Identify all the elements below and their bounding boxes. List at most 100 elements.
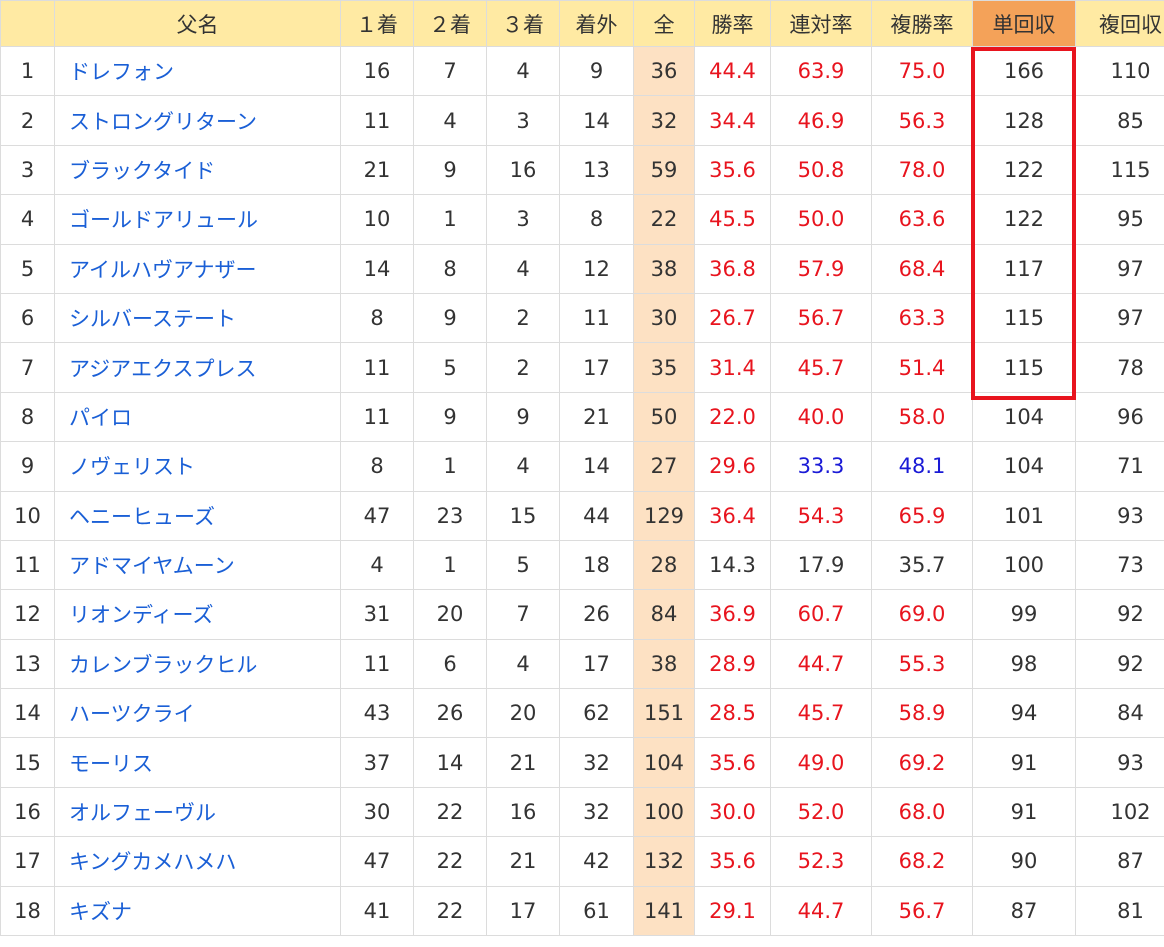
rank-cell: 9	[0, 441, 55, 492]
first-count-cell: 11	[340, 391, 414, 443]
header-rentai-rate[interactable]: 連対率	[770, 0, 872, 47]
fukusho-return-cell: 102	[1075, 786, 1164, 838]
third-count-cell: 21	[486, 836, 560, 887]
sire-name-link[interactable]: モーリス	[54, 737, 341, 788]
first-count-cell: 8	[340, 292, 414, 344]
first-count-cell: 21	[340, 144, 414, 196]
fukusho-rate-cell: 63.3	[871, 292, 973, 344]
sire-name-link[interactable]: パイロ	[54, 391, 341, 443]
tansho-return-cell: 128	[972, 95, 1076, 146]
sire-name-link[interactable]: ヘニーヒューズ	[54, 490, 341, 541]
out-count-cell: 17	[559, 638, 634, 690]
first-count-cell: 8	[340, 441, 414, 492]
rentai-rate-cell: 44.7	[770, 638, 872, 690]
rank-cell: 1	[0, 45, 55, 97]
first-count-cell: 47	[340, 836, 414, 887]
sire-name-link[interactable]: ノヴェリスト	[54, 441, 341, 492]
header-second[interactable]: ２着	[413, 0, 487, 47]
third-count-cell: 4	[486, 243, 560, 294]
sire-name-link[interactable]: オルフェーヴル	[54, 786, 341, 838]
fukusho-return-cell: 71	[1075, 441, 1164, 492]
total-count-cell: 30	[633, 292, 695, 344]
win-rate-cell: 45.5	[694, 194, 771, 245]
header-row: 父名 １着 ２着 ３着 着外 全 勝率 連対率 複勝率 単回収 複回収	[0, 0, 1164, 47]
fukusho-return-cell: 73	[1075, 539, 1164, 591]
header-third[interactable]: ３着	[486, 0, 560, 47]
sire-stats-table-wrapper: 父名 １着 ２着 ３着 着外 全 勝率 連対率 複勝率 単回収 複回収 1 ドレフ…	[0, 0, 1164, 947]
sire-name-link[interactable]: キングカメハメハ	[54, 836, 341, 887]
win-rate-cell: 29.6	[694, 441, 771, 492]
second-count-cell: 9	[413, 144, 487, 196]
sire-name-link[interactable]: ドレフォン	[54, 45, 341, 97]
second-count-cell: 26	[413, 688, 487, 739]
header-first[interactable]: １着	[340, 0, 414, 47]
fukusho-rate-cell: 58.9	[871, 688, 973, 739]
win-rate-cell: 14.3	[694, 539, 771, 591]
total-count-cell: 151	[633, 688, 695, 739]
header-tansho-return[interactable]: 単回収	[972, 0, 1076, 47]
third-count-cell: 4	[486, 441, 560, 492]
sire-name-link[interactable]: シルバーステート	[54, 292, 341, 344]
rentai-rate-cell: 52.0	[770, 786, 872, 838]
tansho-return-cell: 87	[972, 885, 1076, 937]
table-row: 15 モーリス 37 14 21 32 104 35.6 49.0 69.2 91 93	[0, 737, 1164, 788]
header-win-rate[interactable]: 勝率	[694, 0, 771, 47]
sire-name-link[interactable]: ストロングリターン	[54, 95, 341, 146]
total-count-cell: 22	[633, 194, 695, 245]
tansho-return-cell: 99	[972, 589, 1076, 640]
header-fukusho-return[interactable]: 複回収	[1075, 0, 1164, 47]
table-row: 3 ブラックタイド 21 9 16 13 59 35.6 50.8 78.0 122 115	[0, 144, 1164, 196]
header-fukusho-rate[interactable]: 複勝率	[871, 0, 973, 47]
rentai-rate-cell: 63.9	[770, 45, 872, 97]
fukusho-rate-cell: 68.4	[871, 243, 973, 294]
table-row: 12 リオンディーズ 31 20 7 26 84 36.9 60.7 69.0 99 92	[0, 589, 1164, 640]
table-row: 6 シルバーステート 8 9 2 11 30 26.7 56.7 63.3 115 97	[0, 292, 1164, 344]
header-out[interactable]: 着外	[559, 0, 634, 47]
total-count-cell: 100	[633, 786, 695, 838]
sire-name-link[interactable]: アジアエクスプレス	[54, 342, 341, 393]
header-sire-name[interactable]: 父名	[54, 0, 341, 47]
rank-cell: 16	[0, 786, 55, 838]
first-count-cell: 37	[340, 737, 414, 788]
fukusho-rate-cell: 68.0	[871, 786, 973, 838]
sire-name-link[interactable]: アドマイヤムーン	[54, 539, 341, 591]
out-count-cell: 14	[559, 95, 634, 146]
table-body: 1 ドレフォン 16 7 4 9 36 44.4 63.9 75.0 166 110 2 ストロングリター…	[0, 45, 1164, 937]
second-count-cell: 1	[413, 539, 487, 591]
tansho-return-cell: 115	[972, 342, 1076, 393]
table-row: 14 ハーツクライ 43 26 20 62 151 28.5 45.7 58.9 94 84	[0, 688, 1164, 739]
out-count-cell: 61	[559, 885, 634, 937]
win-rate-cell: 35.6	[694, 737, 771, 788]
rentai-rate-cell: 50.0	[770, 194, 872, 245]
sire-name-link[interactable]: リオンディーズ	[54, 589, 341, 640]
first-count-cell: 10	[340, 194, 414, 245]
sire-name-link[interactable]: ゴールドアリュール	[54, 194, 341, 245]
second-count-cell: 1	[413, 194, 487, 245]
table-row: 10 ヘニーヒューズ 47 23 15 44 129 36.4 54.3 65.9 101 93	[0, 490, 1164, 541]
sire-name-link[interactable]: カレンブラックヒル	[54, 638, 341, 690]
third-count-cell: 20	[486, 688, 560, 739]
table-row: 18 キズナ 41 22 17 61 141 29.1 44.7 56.7 87 81	[0, 885, 1164, 937]
header-rank	[0, 0, 55, 47]
tansho-return-cell: 104	[972, 391, 1076, 443]
rank-cell: 15	[0, 737, 55, 788]
third-count-cell: 15	[486, 490, 560, 541]
fukusho-rate-cell: 78.0	[871, 144, 973, 196]
header-total[interactable]: 全	[633, 0, 695, 47]
out-count-cell: 9	[559, 45, 634, 97]
total-count-cell: 132	[633, 836, 695, 887]
rentai-rate-cell: 52.3	[770, 836, 872, 887]
first-count-cell: 43	[340, 688, 414, 739]
table-row: 17 キングカメハメハ 47 22 21 42 132 35.6 52.3 68.2 90 87	[0, 836, 1164, 887]
sire-name-link[interactable]: ブラックタイド	[54, 144, 341, 196]
sire-name-link[interactable]: キズナ	[54, 885, 341, 937]
rank-cell: 5	[0, 243, 55, 294]
total-count-cell: 32	[633, 95, 695, 146]
sire-name-link[interactable]: ハーツクライ	[54, 688, 341, 739]
table-row: 5 アイルハヴアナザー 14 8 4 12 38 36.8 57.9 68.4 117 97	[0, 243, 1164, 294]
fukusho-return-cell: 95	[1075, 194, 1164, 245]
rank-cell: 4	[0, 194, 55, 245]
sire-name-link[interactable]: アイルハヴアナザー	[54, 243, 341, 294]
fukusho-rate-cell: 63.6	[871, 194, 973, 245]
total-count-cell: 28	[633, 539, 695, 591]
